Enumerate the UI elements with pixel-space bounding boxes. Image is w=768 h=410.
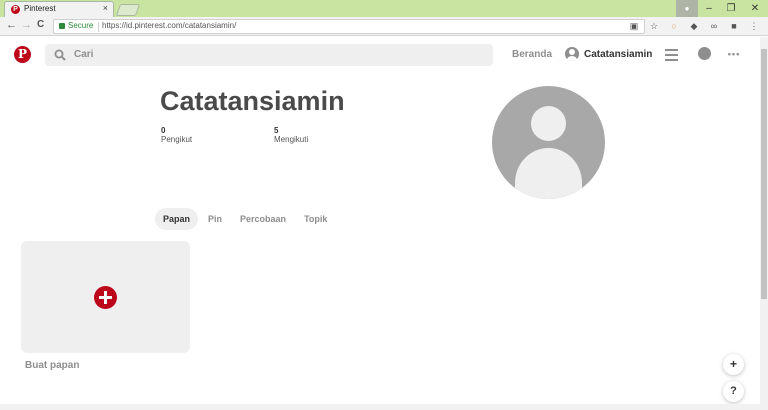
restore-icon[interactable]: ❐	[720, 0, 742, 17]
avatar-body-shape	[515, 148, 582, 199]
tab-papan[interactable]: Papan	[155, 208, 199, 230]
close-window-icon[interactable]: ✕	[742, 0, 768, 17]
add-pin-button[interactable]: +	[723, 354, 744, 375]
horizontal-scrollbar[interactable]	[0, 404, 760, 410]
site-header: P Cari Beranda Catatansiamin •••	[0, 37, 760, 73]
avatar-icon	[565, 47, 579, 61]
user-profile-link[interactable]: Catatansiamin	[565, 47, 652, 61]
scrollbar-thumb[interactable]	[761, 49, 767, 299]
following-stat[interactable]: 5 Mengikuti	[274, 126, 308, 144]
following-count: 5	[274, 126, 279, 135]
new-tab-button[interactable]	[115, 4, 141, 16]
tab-title: Pinterest	[24, 4, 56, 13]
back-icon[interactable]: ←	[6, 19, 17, 31]
tab-topik[interactable]: Topik	[296, 208, 335, 230]
home-link[interactable]: Beranda	[512, 49, 552, 60]
pinterest-logo-icon[interactable]: P	[14, 46, 31, 63]
browser-tab[interactable]: P Pinterest ×	[4, 1, 114, 17]
username-label: Catatansiamin	[584, 48, 653, 60]
create-board-tile[interactable]	[21, 241, 190, 353]
followers-stat[interactable]: 0 Pengikut	[161, 126, 192, 144]
profile-name: Catatansiamin	[160, 86, 345, 116]
minimize-icon[interactable]: –	[698, 0, 720, 17]
lock-icon	[59, 23, 65, 29]
avatar-head-shape	[531, 106, 566, 141]
profile-tabs: Papan Pin Percobaan Topik	[155, 208, 335, 230]
reload-icon[interactable]: C	[37, 19, 44, 30]
translate-icon[interactable]: ▣	[628, 20, 640, 32]
search-input[interactable]: Cari	[74, 49, 93, 60]
followers-label: Pengikut	[161, 135, 193, 144]
extension-shield-icon[interactable]: ◆	[688, 20, 700, 32]
create-board-label[interactable]: Buat papan	[25, 360, 79, 371]
pinterest-favicon-icon: P	[11, 5, 20, 14]
profile-icon[interactable]: ●	[676, 0, 698, 17]
extension-glasses-icon[interactable]: ∞	[708, 20, 720, 32]
search-bar[interactable]: Cari	[45, 44, 493, 66]
omnibox-divider	[98, 22, 99, 32]
forward-icon[interactable]: →	[21, 19, 32, 31]
bookmark-star-icon[interactable]: ☆	[648, 20, 660, 32]
tab-pin[interactable]: Pin	[200, 208, 230, 230]
browser-toolbar: ← → C Secure https://id.pinterest.com/ca…	[0, 17, 768, 36]
following-label: Mengikuti	[274, 135, 309, 144]
extension-icons: ▣ ☆ ○ ◆ ∞ ■ ⋮	[628, 20, 760, 32]
menu-icon[interactable]	[663, 46, 679, 62]
messages-icon[interactable]	[696, 46, 712, 62]
vertical-scrollbar[interactable]	[760, 37, 768, 410]
add-board-icon[interactable]	[94, 286, 117, 309]
url-text[interactable]: https://id.pinterest.com/catatansiamin/	[102, 21, 236, 30]
address-bar[interactable]: Secure https://id.pinterest.com/catatans…	[53, 19, 645, 34]
search-icon	[54, 49, 66, 61]
followers-count: 0	[161, 126, 166, 135]
help-button[interactable]: ?	[723, 381, 744, 402]
tab-close-icon[interactable]: ×	[103, 3, 108, 13]
more-options-icon[interactable]: •••	[726, 46, 742, 62]
window-controls: ● – ❐ ✕	[676, 0, 768, 17]
browser-tabstrip: P Pinterest × ● – ❐ ✕	[0, 0, 768, 17]
extension-ring-icon[interactable]: ○	[668, 20, 680, 32]
profile-avatar[interactable]	[492, 86, 605, 199]
browser-menu-icon[interactable]: ⋮	[748, 20, 760, 32]
extension-box-icon[interactable]: ■	[728, 20, 740, 32]
secure-label: Secure	[68, 21, 94, 30]
tab-percobaan[interactable]: Percobaan	[232, 208, 294, 230]
